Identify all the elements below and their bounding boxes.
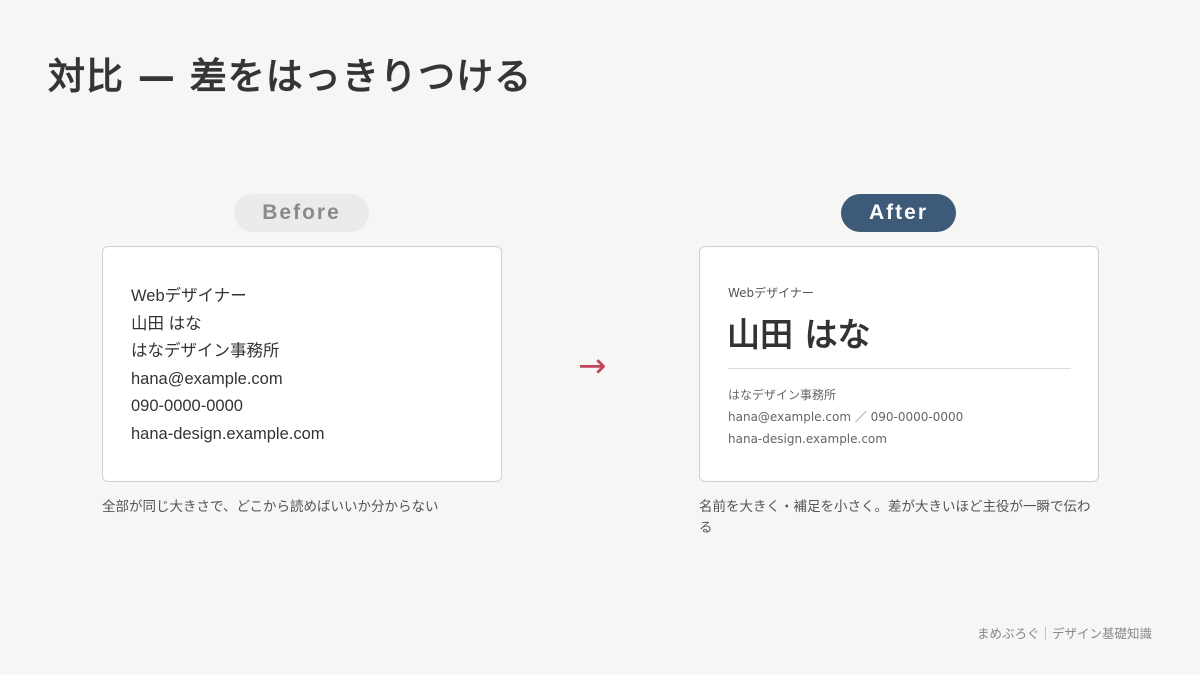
after-detail-website: hana-design.example.com	[728, 432, 887, 446]
before-line-role: Webデザイナー	[131, 287, 247, 305]
before-label: Before	[234, 194, 369, 232]
before-line-website: hana-design.example.com	[131, 424, 325, 443]
before-line-email: hana@example.com	[131, 369, 283, 388]
after-role: Webデザイナー	[728, 286, 814, 300]
after-detail-contact: hana@example.com ／ 090-0000-0000	[728, 410, 964, 424]
arrow-right-icon: →	[578, 346, 607, 386]
after-business-card: Webデザイナー 山田 はな はなデザイン事務所 hana@example.co…	[699, 246, 1099, 482]
slide: 対比 — 差をはっきりつける Before After Webデザイナー 山田 …	[0, 0, 1200, 675]
after-caption: 名前を大きく・補足を小さく。差が大きいほど主役が一瞬で伝わる	[699, 499, 1091, 536]
after-divider	[728, 368, 1071, 369]
before-caption: 全部が同じ大きさで、どこから読めばいいか分からない	[102, 499, 439, 515]
before-line-company: はなデザイン事務所	[131, 342, 280, 361]
page-title: 対比 — 差をはっきりつける	[48, 55, 533, 98]
after-label: After	[841, 194, 956, 232]
after-detail-company: はなデザイン事務所	[728, 388, 837, 402]
before-line-phone: 090-0000-0000	[131, 397, 243, 416]
before-card-lines: Webデザイナー 山田 はな はなデザイン事務所 hana@example.co…	[131, 283, 325, 449]
after-name: 山田 はな	[727, 315, 871, 354]
before-business-card: Webデザイナー 山田 はな はなデザイン事務所 hana@example.co…	[102, 246, 502, 482]
before-line-name: 山田 はな	[131, 314, 202, 333]
footer-credit: まめぶろぐ｜デザイン基礎知識	[976, 626, 1152, 641]
after-details: はなデザイン事務所 hana@example.com ／ 090-0000-00…	[728, 384, 963, 450]
